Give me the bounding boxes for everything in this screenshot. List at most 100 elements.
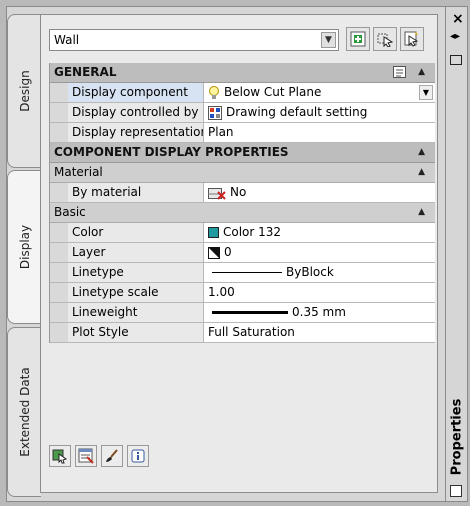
color-swatch	[208, 227, 219, 238]
row-display-representation[interactable]: Display representation Plan	[50, 123, 435, 143]
subsection-material[interactable]: Material ▲	[50, 163, 435, 183]
auto-hide-icon[interactable]: ◂▸	[450, 31, 460, 42]
display-properties-button[interactable]	[75, 445, 97, 467]
toggle-pickadd-button[interactable]	[346, 27, 370, 51]
row-label: Display component	[68, 83, 204, 102]
row-value[interactable]: Below Cut Plane ▼	[204, 83, 435, 102]
edit-style-icon	[52, 449, 68, 464]
lineweight-value: 0.35 mm	[292, 305, 346, 319]
row-value: Plan	[204, 123, 435, 142]
palette-menu-icon[interactable]	[450, 55, 462, 65]
row-linetype-scale[interactable]: Linetype scale 1.00	[50, 283, 435, 303]
section-component-display-properties[interactable]: COMPONENT DISPLAY PROPERTIES ▲	[50, 143, 435, 163]
palette-title: Properties	[449, 398, 464, 476]
collapse-caret-icon[interactable]: ▲	[418, 143, 425, 162]
row-value: Drawing default setting	[204, 103, 435, 122]
select-objects-icon	[377, 33, 393, 47]
row-gutter	[50, 243, 68, 262]
row-label: Display representation	[68, 123, 204, 142]
row-gutter	[50, 303, 68, 322]
section-general-title: GENERAL	[54, 65, 117, 79]
display-properties-icon	[78, 448, 94, 464]
row-gutter	[50, 283, 68, 302]
lightbulb-icon	[209, 85, 219, 99]
tab-extended-data[interactable]: Extended Data	[7, 327, 41, 497]
close-icon[interactable]: ×	[452, 11, 464, 27]
palette-properties-icon	[450, 485, 462, 497]
row-label: Plot Style	[68, 323, 204, 342]
linetype-value: ByBlock	[286, 265, 334, 279]
material-button[interactable]	[101, 445, 123, 467]
row-label: By material	[68, 183, 204, 202]
display-component-value: Below Cut Plane	[224, 85, 322, 99]
drawing-setting-icon	[208, 105, 222, 120]
section-general[interactable]: GENERAL ▲	[50, 63, 435, 83]
info-button[interactable]	[127, 445, 149, 467]
by-material-value: No	[230, 185, 247, 199]
object-type-value: Wall	[54, 33, 80, 47]
row-gutter	[50, 183, 68, 202]
pickadd-icon	[350, 31, 366, 47]
palette-title-strip: × ◂▸ Properties	[446, 6, 468, 502]
quick-select-button[interactable]	[400, 27, 424, 51]
row-lineweight[interactable]: Lineweight 0.35 mm	[50, 303, 435, 323]
row-gutter	[50, 83, 68, 102]
row-linetype[interactable]: Linetype ByBlock	[50, 263, 435, 283]
row-label: Linetype	[68, 263, 204, 282]
subsection-basic[interactable]: Basic ▲	[50, 203, 435, 223]
bottom-toolbar	[49, 445, 149, 469]
display-controlled-by-value: Drawing default setting	[226, 105, 368, 119]
section-options-icon[interactable]	[393, 66, 407, 79]
tab-display[interactable]: Display	[7, 170, 41, 324]
row-color[interactable]: Color Color 132	[50, 223, 435, 243]
color-value: Color 132	[223, 225, 282, 239]
top-toolbar: Wall ▼	[41, 15, 437, 59]
linetype-scale-value: 1.00	[208, 285, 235, 299]
material-no-icon	[208, 187, 226, 200]
tab-design-label: Design	[17, 70, 32, 112]
quick-select-icon	[404, 31, 419, 47]
row-value[interactable]: ByBlock	[204, 263, 435, 282]
collapse-caret-icon[interactable]: ▲	[418, 203, 425, 222]
tab-display-label: Display	[17, 224, 32, 270]
row-value[interactable]: Color 132	[204, 223, 435, 242]
row-value[interactable]: 0.35 mm	[204, 303, 435, 322]
collapse-caret-icon[interactable]: ▲	[418, 163, 425, 182]
plot-style-value: Full Saturation	[208, 325, 295, 339]
display-representation-value: Plan	[208, 125, 234, 139]
row-value[interactable]: 0	[204, 243, 435, 262]
lineweight-preview	[212, 311, 288, 314]
linetype-preview	[212, 272, 282, 273]
chevron-down-icon[interactable]: ▼	[419, 85, 433, 100]
select-objects-button[interactable]	[373, 27, 397, 51]
row-display-controlled-by[interactable]: Display controlled by Drawing default se…	[50, 103, 435, 123]
chevron-down-icon[interactable]: ▼	[321, 32, 336, 48]
edit-style-button[interactable]	[49, 445, 71, 467]
info-icon	[131, 449, 145, 463]
section-component-title: COMPONENT DISPLAY PROPERTIES	[54, 145, 289, 159]
row-label: Color	[68, 223, 204, 242]
collapse-caret-icon[interactable]: ▲	[418, 63, 425, 82]
row-by-material[interactable]: By material No	[50, 183, 435, 203]
row-plot-style[interactable]: Plot Style Full Saturation	[50, 323, 435, 343]
row-gutter	[50, 323, 68, 342]
layer-value: 0	[224, 245, 232, 259]
row-label: Linetype scale	[68, 283, 204, 302]
object-type-dropdown[interactable]: Wall ▼	[49, 29, 339, 51]
subsection-material-title: Material	[54, 165, 103, 179]
tab-extended-data-label: Extended Data	[17, 367, 32, 457]
row-gutter	[50, 263, 68, 282]
row-label: Display controlled by	[68, 103, 204, 122]
row-layer[interactable]: Layer 0	[50, 243, 435, 263]
row-gutter	[50, 123, 68, 142]
row-gutter	[50, 223, 68, 242]
row-display-component[interactable]: Display component Below Cut Plane ▼	[50, 83, 435, 103]
row-label: Layer	[68, 243, 204, 262]
row-value[interactable]: No	[204, 183, 435, 202]
paintbrush-icon	[106, 449, 118, 462]
layer-swatch-icon	[208, 246, 220, 259]
tab-design[interactable]: Design	[7, 14, 41, 168]
row-value[interactable]: 1.00	[204, 283, 435, 302]
property-grid: GENERAL ▲ Display component Below Cut Pl…	[49, 63, 435, 343]
row-value[interactable]: Full Saturation	[204, 323, 435, 342]
